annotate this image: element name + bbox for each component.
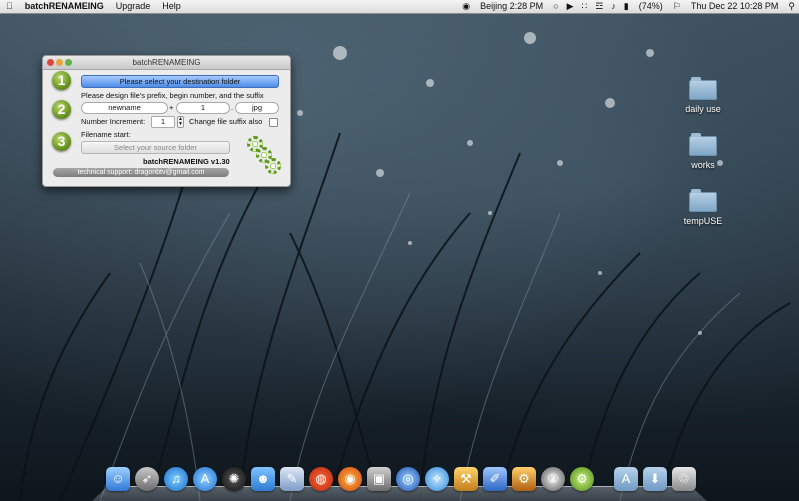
increment-input[interactable]: 1 bbox=[151, 116, 175, 128]
zip-icon[interactable]: ⚙ bbox=[512, 467, 536, 491]
trash-icon[interactable]: ♲ bbox=[672, 467, 696, 491]
minimize-button[interactable] bbox=[56, 59, 63, 66]
itunes-icon[interactable]: ♫ bbox=[164, 467, 188, 491]
increment-label: Number Increment: bbox=[81, 117, 146, 126]
wifi-icon[interactable]: ☲ bbox=[591, 0, 607, 13]
zoom-button[interactable] bbox=[65, 59, 72, 66]
change-suffix-label: Change file suffix also bbox=[189, 117, 263, 126]
change-suffix-checkbox[interactable] bbox=[269, 118, 278, 127]
design-label: Please design file's prefix, begin numbe… bbox=[81, 91, 264, 100]
technical-support-label[interactable]: technical support: dragonbtv@gmail.com bbox=[53, 168, 229, 177]
menu-help[interactable]: Help bbox=[156, 0, 187, 13]
desktop-folder[interactable]: tempUSE bbox=[673, 189, 733, 226]
apple-menu-icon[interactable]:  bbox=[0, 0, 19, 13]
select-destination-button[interactable]: Please select your destination folder bbox=[81, 75, 279, 88]
applications-folder-icon[interactable]: A bbox=[614, 467, 638, 491]
status-icon[interactable]: ○ bbox=[549, 0, 562, 13]
folder-icon bbox=[689, 189, 717, 212]
step-2-badge: 2 bbox=[52, 100, 71, 119]
step-1-badge: 1 bbox=[52, 71, 71, 90]
battery-icon[interactable]: ▮ bbox=[620, 0, 633, 13]
version-label: batchRENAMEING v1.30 bbox=[143, 157, 230, 166]
us-flag-icon[interactable]: ⚐ bbox=[669, 0, 685, 13]
suffix-input[interactable]: jpg bbox=[235, 102, 279, 114]
rocket-icon[interactable]: ➶ bbox=[135, 467, 159, 491]
batchrenameing-window: batchRENAMEING 1 Please select your dest… bbox=[42, 55, 291, 187]
folder-label: daily use bbox=[685, 104, 721, 114]
photo-icon[interactable]: ▣ bbox=[367, 467, 391, 491]
prefix-input[interactable]: newname bbox=[81, 102, 168, 114]
filename-start-label: Filename start: bbox=[81, 130, 131, 139]
pencil-icon[interactable]: ✐ bbox=[483, 467, 507, 491]
window-titlebar[interactable]: batchRENAMEING bbox=[43, 56, 290, 70]
xcode-icon[interactable]: ⚒ bbox=[454, 467, 478, 491]
select-source-button[interactable]: Select your source folder bbox=[81, 141, 230, 154]
folder-label: tempUSE bbox=[683, 216, 723, 226]
desktop-folder[interactable]: daily use bbox=[673, 77, 733, 114]
menu-upgrade[interactable]: Upgrade bbox=[110, 0, 157, 13]
step-3-badge: 3 bbox=[52, 132, 71, 151]
world-clock[interactable]: Beijing 2:28 PM bbox=[474, 0, 549, 13]
app-store-icon[interactable]: A bbox=[193, 467, 217, 491]
increment-stepper[interactable]: ▲ ▼ bbox=[177, 116, 184, 128]
window-title: batchRENAMEING bbox=[132, 58, 201, 67]
dock: ☺ ➶ ♫ A ✺ ☻ ✎ ◍ ◉ ▣ ◎ ✧ ⚒ ✐ ⚙ ② ⚙ A ⬇ ♲ bbox=[92, 463, 707, 501]
globe-icon[interactable]: ◎ bbox=[396, 467, 420, 491]
begin-number-input[interactable]: 1 bbox=[176, 102, 230, 114]
dot-sign: . bbox=[231, 103, 234, 112]
battery-percentage[interactable]: (74%) bbox=[633, 0, 669, 13]
world-clock-icon[interactable]: ◉ bbox=[458, 0, 474, 13]
gear-dock-icon[interactable]: ⚙ bbox=[570, 467, 594, 491]
desktop-folder[interactable]: works bbox=[673, 133, 733, 170]
volume-icon[interactable]: ♪ bbox=[607, 0, 620, 13]
spotlight-icon[interactable]: ⚲ bbox=[784, 0, 799, 13]
close-button[interactable] bbox=[47, 59, 54, 66]
bluetooth-icon[interactable]: ∷ bbox=[577, 0, 591, 13]
folder-icon bbox=[689, 133, 717, 156]
downloads-folder-icon[interactable]: ⬇ bbox=[643, 467, 667, 491]
folder-label: works bbox=[691, 160, 715, 170]
fruit-icon[interactable]: ◍ bbox=[309, 467, 333, 491]
ichat-icon[interactable]: ☻ bbox=[251, 467, 275, 491]
batchrenameing-icon[interactable]: ② bbox=[541, 467, 565, 491]
date-time[interactable]: Thu Dec 22 10:28 PM bbox=[685, 0, 785, 13]
menu-extras: ◉ Beijing 2:28 PM ○ ▶ ∷ ☲ ♪ ▮ (74%) ⚐ Th… bbox=[458, 0, 799, 13]
menu-bar:  batchRENAMEING Upgrade Help ◉ Beijing … bbox=[0, 0, 799, 14]
folder-icon bbox=[689, 77, 717, 100]
dashboard-icon[interactable]: ✺ bbox=[222, 467, 246, 491]
plus-sign: + bbox=[169, 103, 174, 112]
sync-icon[interactable]: ▶ bbox=[563, 0, 578, 13]
firefox-icon[interactable]: ◉ bbox=[338, 467, 362, 491]
preview-icon[interactable]: ✎ bbox=[280, 467, 304, 491]
gear-icon bbox=[265, 158, 281, 174]
finder-icon[interactable]: ☺ bbox=[106, 467, 130, 491]
safari-icon[interactable]: ✧ bbox=[425, 467, 449, 491]
app-menu[interactable]: batchRENAMEING bbox=[19, 0, 110, 13]
